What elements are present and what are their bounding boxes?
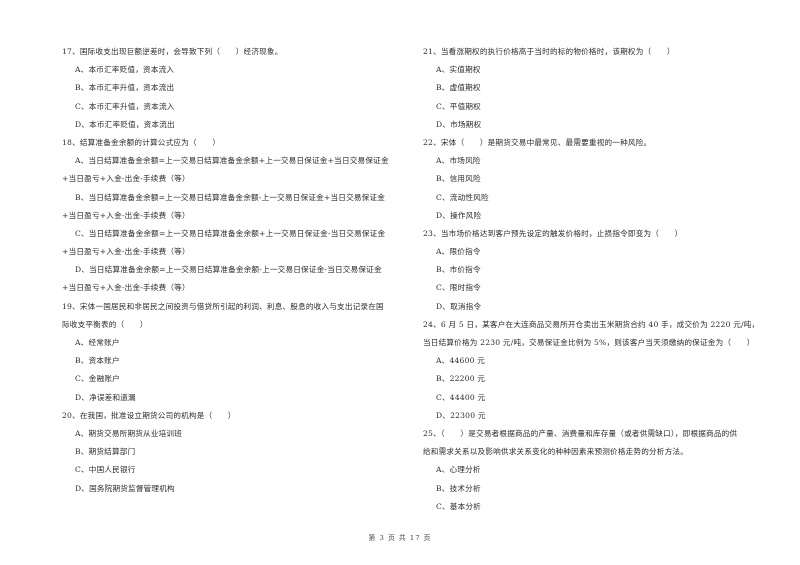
answer-option: A、实值期权: [436, 65, 481, 75]
answer-option: B、当日结算准备金余额=上一交易日结算准备金余额-上一交易日保证金+当日交易保证…: [75, 192, 386, 202]
answer-option: B、虚值期权: [436, 83, 481, 93]
answer-option: D、取消指令: [436, 301, 482, 311]
answer-option: A、44600 元: [436, 356, 486, 366]
answer-option: C、基本分析: [436, 501, 481, 511]
answer-option: B、市价指令: [436, 265, 481, 275]
answer-option: B、信用风险: [436, 174, 481, 184]
answer-option: A、本币汇率贬值，资本流入: [75, 65, 175, 75]
answer-option: C、金融账户: [75, 374, 120, 384]
question-continuation: +当日盈亏+入金-出金-手续费（等）: [62, 174, 190, 184]
page-footer: 第 3 页 共 17 页: [368, 534, 432, 542]
question-continuation: 当日结算价格为 2230 元/吨，交易保证金比例为 5%，则该客户当天须缴纳的保…: [423, 338, 755, 347]
answer-option: D、本币汇率贬值，资本流出: [75, 119, 175, 129]
answer-option: D、操作风险: [436, 210, 482, 220]
question-continuation: 给和需求关系以及影响供求关系变化的种种因素来预测价格走势的分析方法。: [423, 447, 688, 457]
answer-option: C、本币汇率升值，资本流入: [75, 101, 175, 111]
answer-option: D、当日结算准备金余额=上一交易日结算准备金余额-上一交易日保证金-当日交易保证…: [75, 265, 382, 275]
question-stem: 17、国际收支出现巨额逆差时，会导致下列（ ）经济现象。: [62, 47, 283, 56]
answer-option: C、44400 元: [436, 392, 486, 402]
answer-option: A、期货交易所期货从业培训班: [75, 428, 183, 438]
answer-option: B、技术分析: [436, 483, 481, 493]
question-stem: 23、当市场价格达到客户预先设定的触发价格时，止损指令即变为（ ）: [423, 228, 683, 238]
question-stem: 24、6 月 5 日，某客户在大连商品交易所开仓卖出玉米期货合约 40 手，成交…: [423, 319, 760, 329]
question-stem: 22、宋体（ ）是期货交易中最常见、最需要重视的一种风险。: [423, 137, 652, 147]
answer-option: C、平值期权: [436, 101, 481, 111]
answer-option: B、22200 元: [436, 374, 486, 384]
answer-option: C、流动性风险: [436, 192, 489, 202]
question-stem: 25、（ ）是交易者根据商品的产量、消费量和库存量（或者供需缺口），即根据商品的…: [423, 428, 738, 438]
answer-option: A、当日结算准备金余额=上一交易日结算准备金余额+上一交易日保证金+当日交易保证…: [75, 156, 389, 166]
answer-option: C、中国人民银行: [75, 465, 136, 475]
answer-option: A、市场风险: [436, 156, 481, 166]
answer-option: D、22300 元: [436, 410, 486, 420]
question-continuation: +当日盈亏+入金-出金-手续费（等）: [62, 247, 190, 257]
answer-option: C、当日结算准备金余额=上一交易日结算准备金余额+上一交易日保证金-当日交易保证…: [75, 228, 386, 238]
right-column: 21、当看涨期权的执行价格高于当时的标的物价格时，该期权为（ ） A、实值期权 B、…: [423, 43, 783, 516]
answer-option: B、本币汇率升值，资本流出: [75, 83, 175, 93]
question-stem: 19、宋体一国居民和非居民之间投资与借贷所引起的利润、利息、股息的收入与支出记录…: [62, 301, 384, 311]
question-continuation: +当日盈亏+入金-出金-手续费（等）: [62, 210, 190, 220]
answer-option: D、净误差和遗漏: [75, 392, 136, 402]
answer-option: B、期货结算部门: [75, 447, 136, 457]
answer-option: A、限价指令: [436, 247, 481, 257]
question-continuation: 际收支平衡表的（ ）: [62, 319, 148, 329]
answer-option: B、资本账户: [75, 356, 120, 366]
answer-option: D、国务院期货监督管理机构: [75, 483, 175, 493]
answer-option: D、市场期权: [436, 119, 482, 129]
question-stem: 20、在我国，批准设立期货公司的机构是（ ）: [62, 410, 236, 420]
left-column: 17、国际收支出现巨额逆差时，会导致下列（ ）经济现象。 A、本币汇率贬值，资本流…: [62, 43, 412, 498]
question-stem: 21、当看涨期权的执行价格高于当时的标的物价格时，该期权为（ ）: [423, 47, 675, 56]
question-continuation: +当日盈亏+入金-出金-手续费（等）: [62, 283, 190, 293]
answer-option: A、经常账户: [75, 338, 120, 347]
answer-option: A、心理分析: [436, 465, 481, 475]
question-stem: 18、结算准备金余额的计算公式应为（ ）: [62, 137, 221, 147]
answer-option: C、限时指令: [436, 283, 481, 293]
